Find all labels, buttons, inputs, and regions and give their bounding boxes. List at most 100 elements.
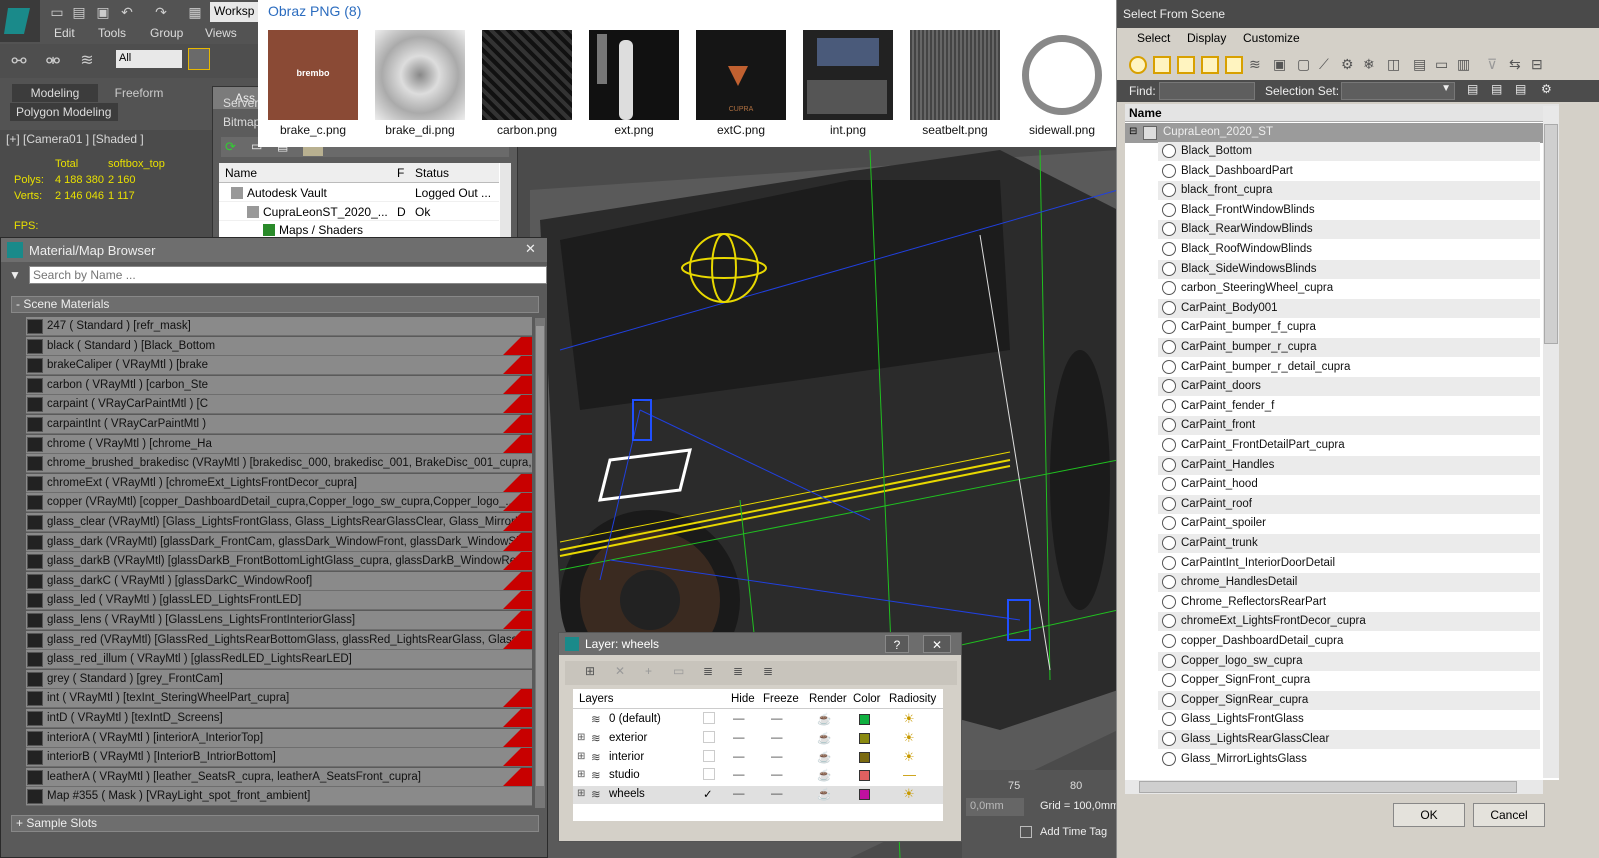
- material-row[interactable]: int ( VRayMtl ) [texInt_SteringWheelPart…: [26, 689, 532, 709]
- expand-icon[interactable]: ⊞: [577, 751, 585, 762]
- radiosity-icon[interactable]: —: [903, 767, 916, 782]
- material-row[interactable]: carpaintInt ( VRayCarPaintMtl ): [26, 415, 532, 434]
- scene-object-row[interactable]: Copper_SignFront_cupra: [1158, 671, 1540, 691]
- display-frozen-icon[interactable]: ❄: [1363, 56, 1375, 73]
- layer-row[interactable]: ⊞ ≋ studio — — ☕ —: [573, 767, 943, 785]
- coordinate-field[interactable]: 0,0mm: [966, 798, 1024, 816]
- sync-selection-icon[interactable]: ⇆: [1509, 56, 1521, 73]
- bind-spacewarp-icon[interactable]: ≋: [78, 52, 96, 70]
- expand-icon[interactable]: ⊞: [577, 732, 585, 743]
- display-helpers-icon[interactable]: [1225, 56, 1243, 74]
- material-search-input[interactable]: [29, 266, 547, 284]
- save-file-icon[interactable]: ▣: [94, 3, 112, 21]
- render-teapot-icon[interactable]: ☕: [817, 768, 831, 782]
- col-layers[interactable]: Layers: [579, 693, 614, 705]
- scene-object-row[interactable]: CarPaint_hood: [1158, 475, 1540, 495]
- hide-toggle[interactable]: —: [733, 732, 745, 744]
- tab-freeform[interactable]: Freeform: [102, 84, 176, 102]
- display-groups-icon[interactable]: ▣: [1273, 56, 1286, 73]
- refresh-icon[interactable]: ⟳: [225, 139, 236, 155]
- sfs-hscrollbar[interactable]: [1125, 780, 1543, 794]
- render-teapot-icon[interactable]: ☕: [817, 750, 831, 764]
- col-color[interactable]: Color: [853, 693, 880, 705]
- sfs-hscroll-thumb[interactable]: [1139, 781, 1517, 793]
- menu-edit[interactable]: Edit: [54, 26, 75, 40]
- sfs-menu-select[interactable]: Select: [1137, 31, 1170, 45]
- material-row[interactable]: chromeExt ( VRayMtl ) [chromeExt_LightsF…: [26, 473, 532, 493]
- scene-object-row[interactable]: chrome_HandlesDetail: [1158, 573, 1540, 593]
- col-render[interactable]: Render: [809, 693, 847, 705]
- create-layer-icon[interactable]: ⊞: [585, 664, 595, 678]
- hide-toggle[interactable]: —: [733, 713, 745, 725]
- material-row[interactable]: leatherA ( VRayMtl ) [leather_SeatsR_cup…: [26, 767, 532, 787]
- menu-bitmap[interactable]: Bitmap: [223, 115, 260, 129]
- scene-object-row[interactable]: CarPaint_fender_f: [1158, 396, 1540, 416]
- thumb-int[interactable]: [803, 30, 893, 120]
- freeze-toggle[interactable]: —: [771, 732, 783, 744]
- display-none-icon[interactable]: ▭: [1435, 56, 1448, 73]
- material-row[interactable]: glass_lens ( VRayMtl ) [GlassLens_Lights…: [26, 611, 532, 630]
- material-row[interactable]: glass_dark (VRayMtl) [glassDark_FrontCam…: [26, 532, 532, 552]
- asset-row[interactable]: CupraLeonST_2020_... D Ok: [219, 203, 499, 221]
- current-layer-check[interactable]: [703, 730, 715, 743]
- scene-object-row[interactable]: CarPaint_roof: [1158, 494, 1540, 514]
- thumb-seatbelt[interactable]: [910, 30, 1000, 120]
- thumb-carbon[interactable]: [482, 30, 572, 120]
- material-row[interactable]: glass_darkC ( VRayMtl ) [glassDarkC_Wind…: [26, 571, 532, 591]
- display-lights-icon[interactable]: [1177, 56, 1195, 74]
- render-teapot-icon[interactable]: ☕: [817, 712, 831, 726]
- sfs-menu-display[interactable]: Display: [1187, 31, 1226, 45]
- layer-color-swatch[interactable]: [859, 732, 870, 744]
- layer-color-swatch[interactable]: [859, 714, 870, 725]
- display-bones-icon[interactable]: ⟋: [1319, 56, 1329, 73]
- layer-color-swatch[interactable]: [859, 751, 870, 763]
- display-hidden-icon[interactable]: ◫: [1387, 56, 1400, 73]
- scene-object-row[interactable]: copper_DashboardDetail_cupra: [1158, 632, 1540, 651]
- scene-object-row[interactable]: Black_RearWindowBlinds: [1158, 220, 1540, 240]
- scene-object-row[interactable]: CarPaint_bumper_f_cupra: [1158, 318, 1540, 338]
- find-input[interactable]: [1159, 82, 1255, 100]
- material-row[interactable]: brakeCaliper ( VRayMtl ) [brake: [26, 356, 532, 376]
- freeze-all-icon[interactable]: ≣: [763, 664, 773, 678]
- tab-modeling[interactable]: Modeling: [12, 84, 98, 102]
- freeze-toggle[interactable]: —: [771, 751, 783, 763]
- material-vscrollbar[interactable]: [535, 318, 545, 808]
- close-icon[interactable]: ✕: [525, 241, 536, 257]
- expand-icon[interactable]: ⊞: [577, 769, 585, 780]
- add-to-layer-icon[interactable]: +: [645, 664, 652, 678]
- scene-object-row[interactable]: CarPaint_trunk: [1158, 534, 1540, 553]
- material-row[interactable]: chrome_brushed_brakedisc (VRayMtl ) [bra…: [26, 454, 532, 474]
- layer-row[interactable]: ≋ 0 (default) — — ☕ ☀: [573, 711, 943, 729]
- scene-object-row[interactable]: CarPaintInt_InteriorDoorDetail: [1158, 553, 1540, 573]
- material-row[interactable]: black ( Standard ) [Black_Bottom: [26, 336, 532, 356]
- sfs-scroll-thumb[interactable]: [1544, 124, 1558, 344]
- menu-server[interactable]: Server: [223, 96, 258, 110]
- open-file-icon[interactable]: ▤: [70, 3, 88, 21]
- thumb-ext[interactable]: [589, 30, 679, 120]
- material-row[interactable]: carpaint ( VRayCarPaintMtl ) [C: [26, 395, 532, 415]
- layer-color-swatch[interactable]: [859, 789, 870, 801]
- material-row[interactable]: 247 ( Standard ) [refr_mask]: [26, 317, 532, 336]
- scene-object-row[interactable]: Black_SideWindowsBlinds: [1158, 259, 1540, 279]
- scene-materials-group[interactable]: - Scene Materials: [11, 296, 539, 313]
- undo-icon[interactable]: ↶: [118, 3, 136, 21]
- col-status[interactable]: Status: [415, 166, 449, 180]
- material-row[interactable]: intD ( VRayMtl ) [texIntD_Screens]: [26, 709, 532, 728]
- scene-object-row[interactable]: CarPaint_spoiler: [1158, 514, 1540, 534]
- select-in-layer-icon[interactable]: ▭: [673, 664, 684, 678]
- display-cameras-icon[interactable]: [1201, 56, 1219, 74]
- col-f[interactable]: F: [397, 166, 404, 180]
- display-invert-icon[interactable]: ▥: [1457, 56, 1470, 73]
- sfs-vscrollbar[interactable]: [1543, 106, 1559, 778]
- material-row[interactable]: copper (VRayMtl) [copper_DashboardDetail…: [26, 493, 532, 513]
- browser-options-icon[interactable]: ▼: [9, 268, 21, 282]
- scene-object-row[interactable]: CarPaint_bumper_r_detail_cupra: [1158, 357, 1540, 377]
- material-row[interactable]: glass_red_illum ( VRayMtl ) [glassRedLED…: [26, 650, 532, 670]
- project-icon[interactable]: ▦: [186, 3, 204, 21]
- scene-object-row[interactable]: CarPaint_bumper_r_cupra: [1158, 338, 1540, 357]
- select-dependents-icon[interactable]: ⊟: [1531, 56, 1543, 73]
- selection-filter-dropdown[interactable]: All: [116, 50, 182, 68]
- thumb-extc[interactable]: CUPRA: [696, 30, 786, 120]
- workspace-selector[interactable]: Worksp: [210, 2, 262, 22]
- display-all-icon[interactable]: ▤: [1413, 56, 1426, 73]
